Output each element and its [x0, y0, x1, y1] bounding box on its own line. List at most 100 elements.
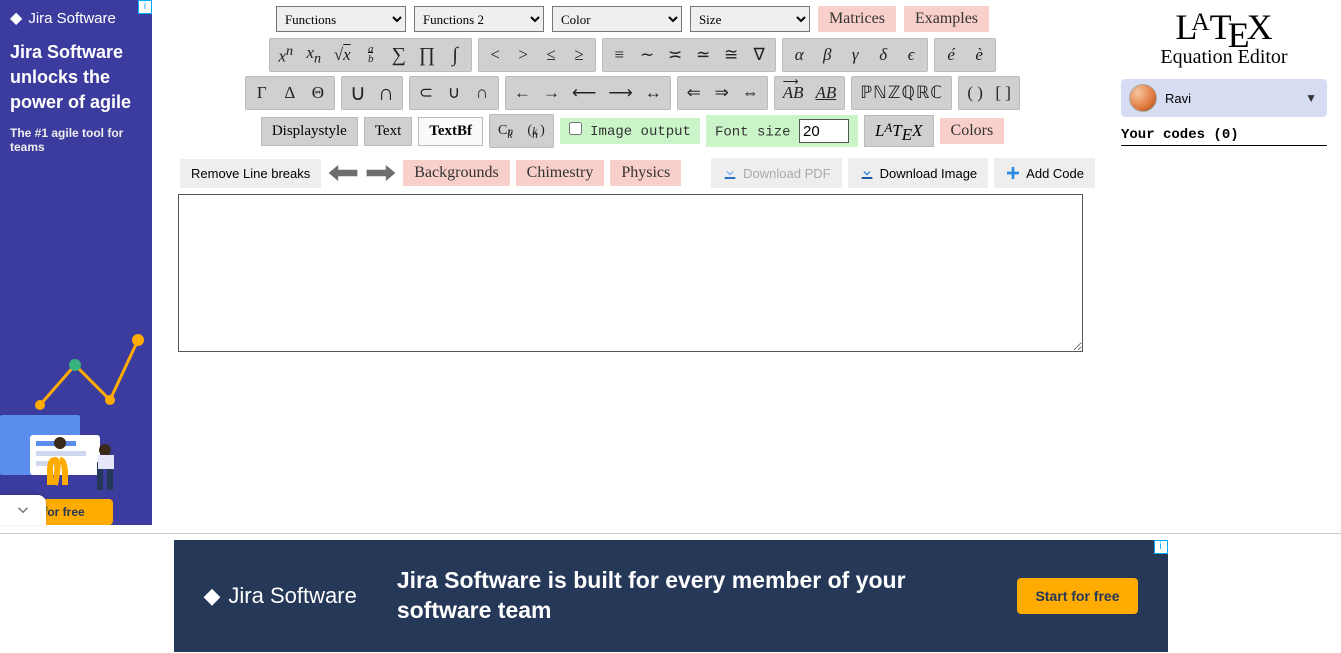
- symgroup-double-arrows: ⇐ ⇒ ⇔: [677, 76, 768, 110]
- sym-binom[interactable]: (nk): [523, 123, 548, 139]
- download-pdf-button[interactable]: Download PDF: [711, 158, 841, 188]
- sym-bigcap[interactable]: ∩: [374, 80, 398, 106]
- sym-asymp[interactable]: ≍: [663, 45, 687, 65]
- sym-Theta[interactable]: Θ: [306, 83, 330, 103]
- download-icon: [722, 165, 738, 181]
- editor-main: Functions Functions 2 Color Size Matrice…: [170, 0, 1095, 355]
- sym-sqrt[interactable]: √x: [330, 45, 355, 65]
- jira-icon: ◆: [10, 8, 22, 28]
- user-menu[interactable]: Ravi ▼: [1121, 79, 1327, 117]
- action-row: Remove Line breaks Backgrounds Chimestry…: [180, 158, 1095, 188]
- sym-sim[interactable]: ∼: [635, 45, 659, 65]
- physics-button[interactable]: Physics: [610, 160, 681, 186]
- sym-cap[interactable]: ∩: [470, 83, 494, 103]
- sym-bracket[interactable]: [ ]: [991, 83, 1015, 103]
- sym-cup[interactable]: ∪: [442, 83, 466, 103]
- sym-rarr[interactable]: →: [539, 83, 564, 103]
- sym-numbersets[interactable]: ℙℕℤℚℝℂ: [856, 83, 947, 103]
- ad-bottom-cta-button[interactable]: Start for free: [1017, 578, 1137, 614]
- latex-logo-big: LATEX: [1121, 6, 1327, 48]
- sym-equiv[interactable]: ≡: [607, 45, 631, 65]
- symgroup-binom: Ckn (nk): [489, 114, 554, 148]
- ad-left-illustration: [0, 305, 152, 525]
- symgroup-vectors: ⟶AB AB: [774, 76, 846, 110]
- sym-lrarr[interactable]: ↔: [641, 83, 666, 103]
- text-button[interactable]: Text: [364, 117, 412, 146]
- ad-info-icon[interactable]: i: [138, 0, 152, 14]
- sym-frac[interactable]: ab: [359, 44, 383, 67]
- sym-longlarr[interactable]: ⟵: [568, 83, 600, 103]
- sym-delta[interactable]: δ: [871, 45, 895, 65]
- remove-line-breaks-button[interactable]: Remove Line breaks: [180, 159, 321, 188]
- sym-LRarr[interactable]: ⇔: [738, 83, 763, 103]
- select-color[interactable]: Color: [552, 6, 682, 32]
- image-output-checkbox[interactable]: [569, 122, 582, 135]
- sym-eacute[interactable]: é: [939, 45, 963, 65]
- ad-dismiss-chevron[interactable]: [0, 495, 46, 525]
- sym-alpha[interactable]: α: [787, 45, 811, 65]
- sym-xn-sup[interactable]: xn: [274, 43, 298, 67]
- sym-cnk[interactable]: Ckn: [494, 123, 519, 139]
- sym-Rarr[interactable]: ⇒: [710, 83, 734, 103]
- redo-arrow-icon[interactable]: [365, 162, 397, 184]
- sym-simeq[interactable]: ≃: [691, 45, 715, 65]
- sym-longrarr[interactable]: ⟶: [604, 83, 636, 103]
- sym-prod[interactable]: ∏: [415, 44, 439, 67]
- symgroup-brackets: ( ) [ ]: [958, 76, 1020, 110]
- sym-cong[interactable]: ≅: [719, 45, 743, 65]
- sym-egrave[interactable]: è: [967, 45, 991, 65]
- colors-button[interactable]: Colors: [940, 118, 1005, 144]
- sym-sum[interactable]: ∑: [387, 44, 411, 67]
- add-code-button[interactable]: Add Code: [994, 158, 1095, 188]
- ad-info-icon[interactable]: i: [1154, 540, 1168, 554]
- examples-button[interactable]: Examples: [904, 6, 989, 32]
- symgroup-set: ⊂ ∪ ∩: [409, 76, 499, 110]
- download-image-button[interactable]: Download Image: [848, 158, 989, 188]
- sym-Gamma[interactable]: Γ: [250, 83, 274, 103]
- avatar: [1129, 84, 1157, 112]
- ad-left-subtext: The #1 agile tool for teams: [0, 126, 152, 154]
- sym-beta[interactable]: β: [815, 45, 839, 65]
- sym-gammal[interactable]: γ: [843, 45, 867, 65]
- app-brand: LATEX Equation Editor: [1121, 6, 1327, 69]
- sym-xn-sub[interactable]: xn: [302, 43, 326, 67]
- select-functions[interactable]: Functions: [276, 6, 406, 32]
- select-functions-2[interactable]: Functions 2: [414, 6, 544, 32]
- sym-vec-ab[interactable]: ⟶AB: [779, 83, 808, 103]
- sym-paren[interactable]: ( ): [963, 83, 987, 103]
- chemistry-button[interactable]: Chimestry: [516, 160, 605, 186]
- sym-lt[interactable]: <: [483, 45, 507, 65]
- sym-larr[interactable]: ←: [510, 83, 535, 103]
- sym-Delta[interactable]: Δ: [278, 83, 302, 103]
- select-size[interactable]: Size: [690, 6, 810, 32]
- sym-subset[interactable]: ⊂: [414, 83, 438, 103]
- textbf-button[interactable]: TextBf: [418, 117, 483, 146]
- latex-editor-textarea[interactable]: [178, 194, 1083, 352]
- backgrounds-button[interactable]: Backgrounds: [403, 160, 509, 186]
- symgroup-arrows: ← → ⟵ ⟶ ↔: [505, 76, 671, 110]
- sym-int[interactable]: ∫: [443, 44, 467, 67]
- image-output-toggle[interactable]: Image output: [560, 118, 700, 144]
- download-icon: [859, 165, 875, 181]
- sym-ge[interactable]: ≥: [567, 45, 591, 65]
- ad-left-headline: Jira Software unlocks the power of agile: [0, 36, 152, 126]
- undo-arrow-icon[interactable]: [327, 162, 359, 184]
- chevron-down-icon: [14, 501, 32, 519]
- fontsize-input[interactable]: [799, 119, 849, 143]
- sym-nabla[interactable]: ∇: [747, 45, 771, 65]
- sym-under-ab[interactable]: AB: [811, 83, 840, 103]
- latex-logo-button[interactable]: LATEX: [864, 115, 934, 147]
- sym-Larr[interactable]: ⇐: [682, 83, 706, 103]
- matrices-button[interactable]: Matrices: [818, 6, 896, 32]
- ad-bottom-banner[interactable]: i ◆ Jira Software Jira Software is built…: [0, 533, 1341, 653]
- user-name: Ravi: [1165, 91, 1191, 106]
- sym-gt[interactable]: >: [511, 45, 535, 65]
- plus-icon: [1005, 165, 1021, 181]
- ad-left-sidebar[interactable]: i ◆ Jira Software Jira Software unlocks …: [0, 0, 152, 525]
- ad-bottom-brand-text: Jira Software: [228, 583, 356, 609]
- sym-bigcup[interactable]: ∪: [346, 80, 370, 106]
- sym-eps[interactable]: ϵ: [899, 45, 923, 65]
- symgroup-relations: < > ≤ ≥: [478, 38, 596, 72]
- displaystyle-button[interactable]: Displaystyle: [261, 117, 358, 146]
- sym-le[interactable]: ≤: [539, 45, 563, 65]
